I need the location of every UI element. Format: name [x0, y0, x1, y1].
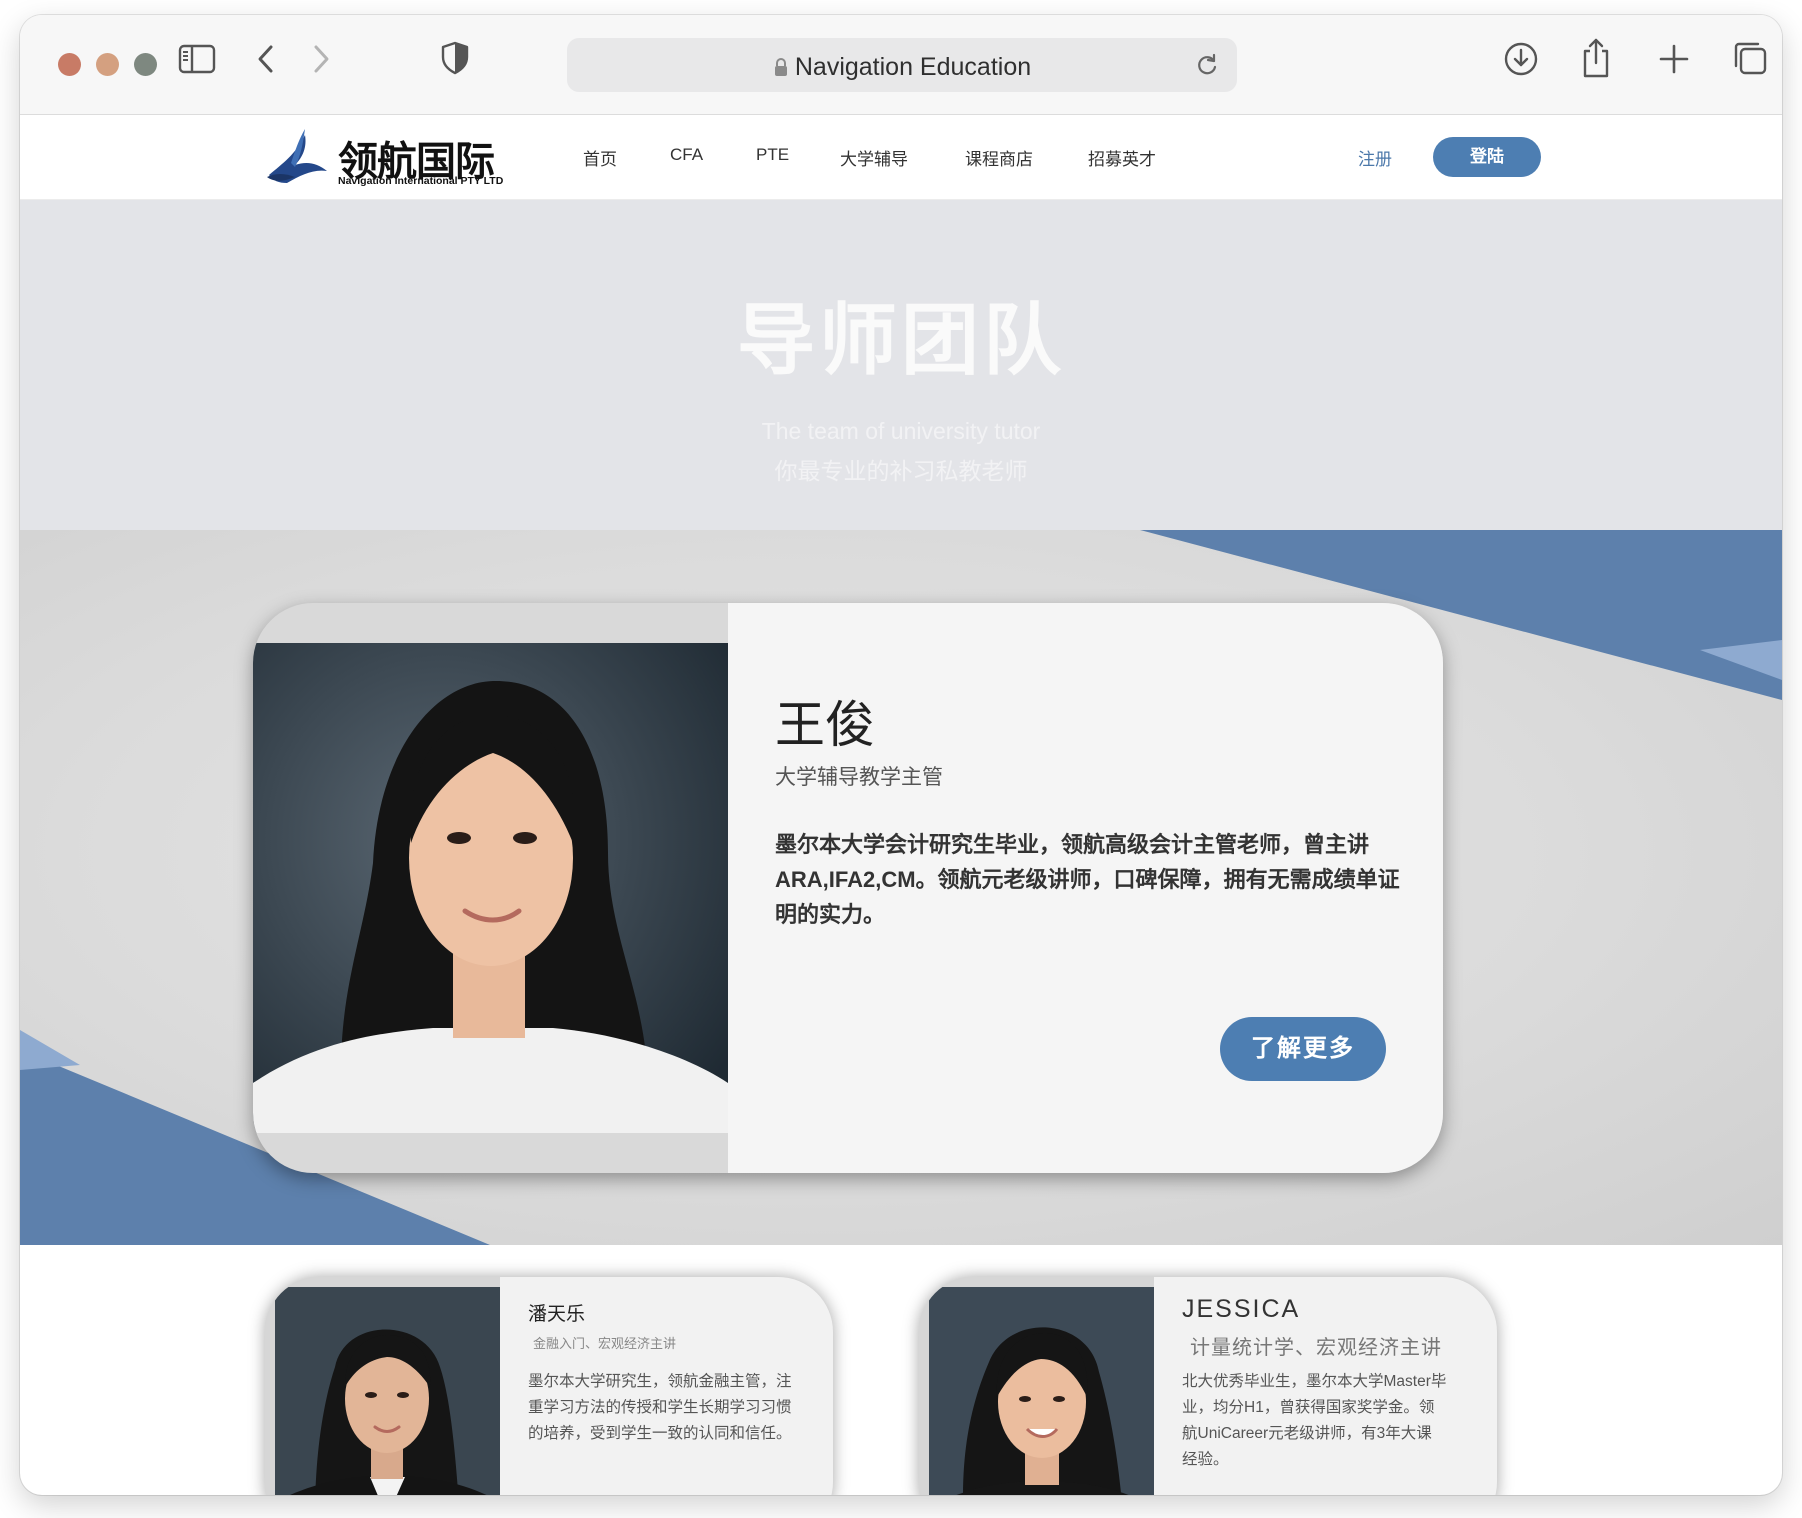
tutor-role: 金融入门、宏观经济主讲 — [533, 1336, 677, 1351]
nav-careers[interactable]: 招募英才 — [1088, 145, 1156, 170]
back-icon[interactable] — [255, 43, 277, 75]
nav-home[interactable]: 首页 — [583, 145, 617, 170]
address-bar[interactable]: Navigation Education — [567, 38, 1237, 92]
shield-icon[interactable] — [440, 41, 470, 75]
tutor-description: 北大优秀毕业生，墨尔本大学Master毕业，均分H1，曾获得国家奖学金。领航Un… — [1182, 1373, 1447, 1468]
tutor-photo — [929, 1287, 1154, 1495]
close-window-button[interactable] — [58, 53, 81, 76]
minimize-window-button[interactable] — [96, 53, 119, 76]
bird-logo-icon — [267, 129, 327, 183]
nav-course-shop[interactable]: 课程商店 — [965, 145, 1033, 170]
nav-cfa[interactable]: CFA — [670, 145, 703, 165]
tutor-card: JESSICA 计量统计学、宏观经济主讲 北大优秀毕业生，墨尔本大学Master… — [919, 1277, 1497, 1495]
tutor-name: 潘天乐 — [528, 1304, 586, 1325]
tutor-name: 王俊 — [775, 697, 875, 753]
tutor-description: 墨尔本大学研究生，领航金融主管，注重学习方法的传授和学生长期学习习惯的培养，受到… — [528, 1373, 792, 1442]
new-tab-icon[interactable] — [1658, 43, 1690, 75]
nav-university-tutoring[interactable]: 大学辅导 — [840, 145, 908, 170]
sidebar-icon[interactable] — [178, 43, 216, 75]
hero-subtitle-chinese: 你最专业的补习私教老师 — [774, 458, 1028, 484]
learn-more-button[interactable]: 了解更多 — [1220, 1017, 1386, 1081]
login-button[interactable]: 登陆 — [1433, 137, 1541, 177]
share-icon[interactable] — [1580, 37, 1612, 79]
tutor-photo — [275, 1287, 500, 1495]
hero-subtitle-english: The team of university tutor — [761, 418, 1041, 444]
nav-pte[interactable]: PTE — [756, 145, 789, 165]
download-icon[interactable] — [1503, 41, 1539, 77]
url-display: Navigation Education — [794, 52, 1032, 81]
tutor-role: 计量统计学、宏观经济主讲 — [1190, 1337, 1442, 1359]
browser-window: Navigation Education 领航国际 Navigation Int… — [20, 15, 1782, 1495]
forward-icon[interactable] — [310, 43, 332, 75]
page-title: 导师团队 — [736, 296, 1065, 384]
tutor-name: JESSICA — [1182, 1295, 1301, 1323]
featured-tutor-section: 王俊 大学辅导教学主管 墨尔本大学会计研究生毕业，领航高级会计主管老师，曾主讲A… — [20, 530, 1782, 1245]
tutor-photo — [253, 643, 728, 1133]
tutor-role: 大学辅导教学主管 — [775, 766, 943, 789]
logo-english-text: Navigation International PTY LTD — [338, 175, 504, 187]
tutor-description: 墨尔本大学会计研究生毕业，领航高级会计主管老师，曾主讲ARA,IFA2,CM。领… — [775, 832, 1400, 927]
browser-toolbar: Navigation Education — [20, 15, 1782, 115]
reload-icon[interactable] — [1194, 52, 1220, 78]
tutor-info-panel: JESSICA 计量统计学、宏观经济主讲 北大优秀毕业生，墨尔本大学Master… — [1154, 1277, 1497, 1495]
site-header: 领航国际 Navigation International PTY LTD 首页… — [20, 115, 1782, 200]
hero-banner: 导师团队 The team of university tutor 你最专业的补… — [20, 200, 1782, 530]
zoom-window-button[interactable] — [134, 53, 157, 76]
tutor-info-panel: 潘天乐 金融入门、宏观经济主讲 墨尔本大学研究生，领航金融主管，注重学习方法的传… — [500, 1277, 833, 1495]
tutor-info-panel: 王俊 大学辅导教学主管 墨尔本大学会计研究生毕业，领航高级会计主管老师，曾主讲A… — [728, 603, 1443, 1173]
featured-tutor-card: 王俊 大学辅导教学主管 墨尔本大学会计研究生毕业，领航高级会计主管老师，曾主讲A… — [253, 603, 1443, 1173]
tutor-card: 潘天乐 金融入门、宏观经济主讲 墨尔本大学研究生，领航金融主管，注重学习方法的传… — [265, 1277, 833, 1495]
lock-icon — [774, 58, 787, 77]
site-logo[interactable]: 领航国际 Navigation International PTY LTD — [265, 123, 515, 193]
register-link[interactable]: 注册 — [1358, 145, 1392, 170]
tabs-overview-icon[interactable] — [1732, 40, 1768, 76]
